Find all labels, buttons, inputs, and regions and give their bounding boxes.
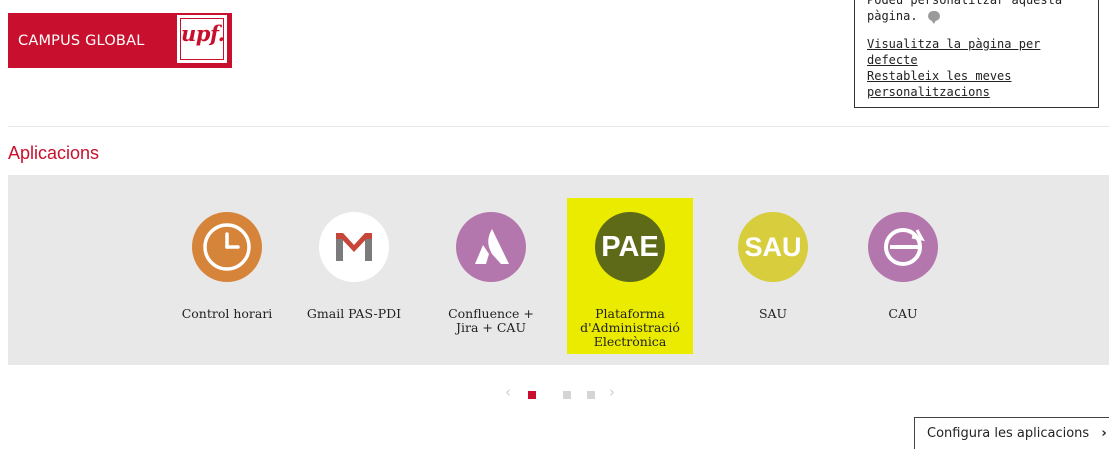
pager-dot-2[interactable] bbox=[563, 391, 571, 399]
app-label: Gmail PAS-PDI bbox=[306, 306, 402, 321]
campus-global-logo[interactable]: CAMPUS GLOBAL upf. bbox=[8, 13, 232, 68]
sau-icon: SAU bbox=[738, 212, 808, 282]
apps-carousel: Control horari Gmail PAS-PDI Confluence … bbox=[8, 175, 1109, 365]
app-pae[interactable]: PAE Plataforma d'Administració Electrònica bbox=[567, 198, 693, 354]
app-cau[interactable]: CAU bbox=[840, 198, 966, 354]
clock-icon bbox=[192, 212, 262, 282]
app-sau[interactable]: SAU SAU bbox=[710, 198, 836, 354]
cau-icon bbox=[868, 212, 938, 282]
personalize-panel: Podeu personalitzar aquesta pàgina. Visu… bbox=[854, 0, 1099, 108]
view-default-link[interactable]: Visualitza la pàgina per defecte bbox=[867, 36, 1088, 68]
app-confluence[interactable]: Confluence + Jira + CAU bbox=[428, 198, 554, 354]
chevron-right-icon: › bbox=[1101, 426, 1107, 441]
reset-personalizations-link[interactable]: Restableix les meves personalitzacions bbox=[867, 68, 1088, 100]
personalize-text-2: pàgina. bbox=[867, 9, 918, 23]
configure-apps-button[interactable]: Configura les aplicacions › bbox=[914, 417, 1109, 449]
pae-icon: PAE bbox=[595, 212, 665, 282]
pae-icon-text: PAE bbox=[601, 230, 659, 263]
app-control-horari[interactable]: Control horari bbox=[164, 198, 290, 354]
app-label: Control horari bbox=[181, 306, 273, 321]
app-label: Confluence + Jira + CAU bbox=[448, 306, 534, 335]
app-gmail[interactable]: Gmail PAS-PDI bbox=[291, 198, 417, 354]
personalize-text-1: Podeu personalitzar aquesta bbox=[867, 0, 1063, 7]
prev-arrow-icon[interactable]: ‹ bbox=[505, 383, 511, 401]
upf-logo-text: upf. bbox=[181, 21, 225, 46]
app-label: SAU bbox=[758, 306, 788, 321]
logo-text: CAMPUS GLOBAL bbox=[18, 33, 145, 49]
gmail-icon bbox=[319, 212, 389, 282]
reset-link-line-2: personalitzacions bbox=[867, 85, 990, 99]
app-label: Plataforma d'Administració Electrònica bbox=[580, 306, 680, 349]
personalize-text-2-row: pàgina. bbox=[867, 8, 1088, 24]
pager-dot-1[interactable] bbox=[528, 391, 536, 399]
app-label: CAU bbox=[888, 306, 918, 321]
atlassian-icon bbox=[456, 212, 526, 282]
next-arrow-icon[interactable]: › bbox=[609, 383, 615, 401]
section-title: Aplicacions bbox=[8, 143, 100, 163]
header-divider bbox=[8, 126, 1109, 127]
configure-apps-label: Configura les aplicacions bbox=[927, 426, 1090, 441]
comment-icon[interactable] bbox=[927, 11, 940, 24]
pager-dot-3[interactable] bbox=[587, 391, 595, 399]
reset-link-line-1: Restableix les meves bbox=[867, 69, 1012, 83]
sau-icon-text: SAU bbox=[744, 231, 802, 262]
upf-logo-mark: upf. bbox=[177, 15, 227, 63]
